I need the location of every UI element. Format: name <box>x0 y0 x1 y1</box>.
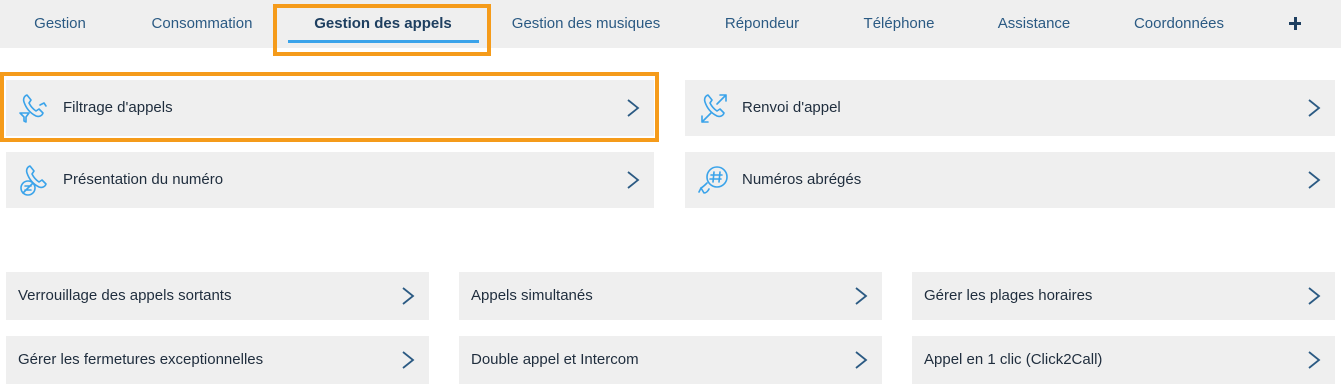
option-label: Appel en 1 clic (Click2Call) <box>924 351 1103 368</box>
chevron-right-icon <box>401 286 415 306</box>
option-plages-horaires[interactable]: Gérer les plages horaires <box>912 272 1335 320</box>
card-label: Numéros abrégés <box>742 171 862 188</box>
tab-gestion[interactable]: Gestion <box>34 0 86 48</box>
call-forward-icon <box>697 91 731 125</box>
number-presentation-icon <box>18 163 52 197</box>
option-fermetures-exceptionnelles[interactable]: Gérer les fermetures exceptionnelles <box>6 336 429 384</box>
plus-icon[interactable] <box>1285 13 1305 35</box>
card-filtrage-appels[interactable]: Filtrage d'appels <box>6 80 654 136</box>
card-presentation-numero[interactable]: Présentation du numéro <box>6 152 654 208</box>
option-label: Verrouillage des appels sortants <box>18 287 232 304</box>
tab-assistance[interactable]: Assistance <box>998 0 1071 48</box>
chevron-right-icon <box>854 350 868 370</box>
chevron-right-icon <box>1307 286 1321 306</box>
chevron-right-icon <box>1307 350 1321 370</box>
chevron-right-icon <box>1307 98 1321 118</box>
top-nav: Gestion Consommation Gestion des appels … <box>0 0 1341 48</box>
tab-consommation[interactable]: Consommation <box>152 0 253 48</box>
tab-repondeur[interactable]: Répondeur <box>725 0 799 48</box>
card-label: Filtrage d'appels <box>63 99 173 116</box>
call-filter-icon <box>18 91 52 125</box>
card-renvoi-appel[interactable]: Renvoi d'appel <box>685 80 1335 136</box>
chevron-right-icon <box>626 170 640 190</box>
option-click2call[interactable]: Appel en 1 clic (Click2Call) <box>912 336 1335 384</box>
tab-coordonnees[interactable]: Coordonnées <box>1134 0 1224 48</box>
option-label: Appels simultanés <box>471 287 593 304</box>
option-double-appel-intercom[interactable]: Double appel et Intercom <box>459 336 882 384</box>
tab-telephone[interactable]: Téléphone <box>864 0 935 48</box>
card-numeros-abreges[interactable]: Numéros abrégés <box>685 152 1335 208</box>
active-tab-indicator <box>288 40 479 43</box>
chevron-right-icon <box>401 350 415 370</box>
option-verrouillage-appels-sortants[interactable]: Verrouillage des appels sortants <box>6 272 429 320</box>
tab-gestion-des-musiques[interactable]: Gestion des musiques <box>512 0 660 48</box>
card-label: Présentation du numéro <box>63 171 224 188</box>
chevron-right-icon <box>1307 170 1321 190</box>
card-label: Renvoi d'appel <box>742 99 841 116</box>
option-label: Gérer les plages horaires <box>924 287 1093 304</box>
option-label: Gérer les fermetures exceptionnelles <box>18 351 264 368</box>
speed-dial-icon <box>697 163 731 197</box>
chevron-right-icon <box>626 98 640 118</box>
option-appels-simultanes[interactable]: Appels simultanés <box>459 272 882 320</box>
option-label: Double appel et Intercom <box>471 351 639 368</box>
chevron-right-icon <box>854 286 868 306</box>
